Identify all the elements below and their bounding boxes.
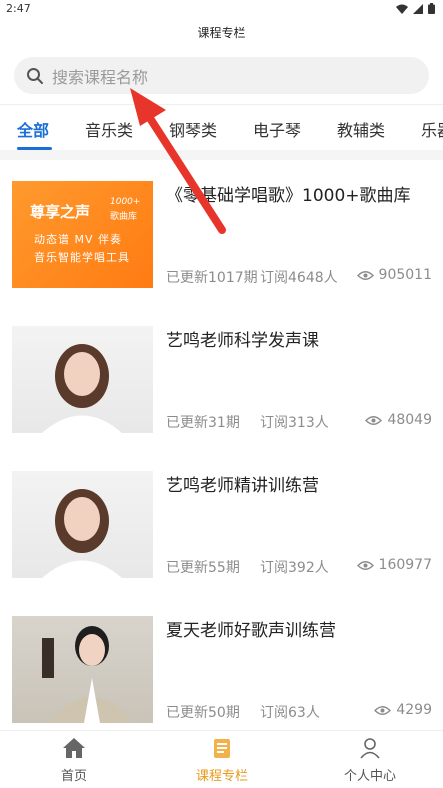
- teacher-portrait-image: [42, 489, 122, 578]
- course-title[interactable]: 夏天老师好歌声训练营: [166, 616, 436, 641]
- tab-teaching-aids[interactable]: 教辅类: [337, 117, 385, 141]
- view-count: 160977: [356, 557, 432, 573]
- subscriber-count: 订阅4648人: [260, 270, 338, 286]
- episodes-count: 已更新55期: [166, 560, 240, 576]
- tab-keyboard[interactable]: 电子琴: [253, 117, 301, 141]
- nav-course-column[interactable]: 课程专栏: [177, 737, 267, 784]
- thumbnail-line1: 动态谱 MV 伴奏: [34, 233, 123, 246]
- course-thumbnail[interactable]: 尊享之声 1000+ 歌曲库 动态谱 MV 伴奏 音乐智能学唱工具: [12, 181, 153, 288]
- eye-icon: [365, 415, 383, 425]
- course-card[interactable]: 尊享之声 1000+ 歌曲库 动态谱 MV 伴奏 音乐智能学唱工具 《零基础学唱…: [0, 181, 443, 326]
- eye-icon: [374, 705, 392, 715]
- teacher-portrait-image: [42, 344, 122, 433]
- nav-home[interactable]: 首页: [29, 737, 119, 784]
- eye-icon: [356, 270, 374, 280]
- course-title[interactable]: 艺鸣老师科学发声课: [166, 326, 436, 351]
- course-thumbnail[interactable]: [12, 616, 153, 723]
- episodes-count: 已更新1017期: [166, 270, 258, 286]
- thumbnail-brand: 尊享之声: [30, 203, 91, 221]
- tab-music[interactable]: 音乐类: [85, 117, 133, 141]
- home-icon: [63, 738, 85, 758]
- nav-profile[interactable]: 个人中心: [325, 737, 415, 784]
- course-title[interactable]: 《零基础学唱歌》1000+歌曲库: [166, 181, 436, 206]
- view-count: 905011: [356, 267, 432, 283]
- subscriber-count: 订阅313人: [260, 415, 329, 431]
- subscriber-count: 订阅63人: [260, 705, 320, 721]
- signal-icon: [413, 3, 423, 14]
- thumbnail-badge: 1000+: [110, 197, 141, 207]
- person-icon: [360, 738, 380, 759]
- view-count: 4299: [374, 702, 432, 718]
- battery-icon: [428, 3, 435, 14]
- search-bar[interactable]: 搜索课程名称: [14, 57, 429, 94]
- subscriber-count: 订阅392人: [260, 560, 329, 576]
- view-count-value: 160977: [378, 557, 432, 573]
- nav-course-column-label: 课程专栏: [195, 769, 248, 784]
- book-icon: [214, 739, 230, 758]
- course-card[interactable]: 艺鸣老师精讲训练营 已更新55期 订阅392人 160977: [0, 471, 443, 616]
- view-count-value: 48049: [387, 412, 432, 428]
- thumbnail-badge-sub: 歌曲库: [110, 212, 138, 222]
- thumbnail-line2: 音乐智能学唱工具: [34, 251, 130, 264]
- episodes-count: 已更新31期: [166, 415, 240, 431]
- tab-all[interactable]: 全部: [17, 117, 49, 141]
- course-title[interactable]: 艺鸣老师精讲训练营: [166, 471, 436, 496]
- nav-home-label: 首页: [60, 769, 87, 784]
- page-title: 课程专栏: [197, 26, 246, 40]
- status-icons: [396, 3, 435, 14]
- eye-icon: [356, 560, 374, 570]
- search-icon: [27, 67, 43, 84]
- episodes-count: 已更新50期: [166, 705, 240, 721]
- category-tabs: 全部 音乐类 钢琴类 电子琴 教辅类 乐器: [0, 104, 443, 150]
- search-input[interactable]: 搜索课程名称: [52, 64, 148, 88]
- section-divider: [0, 150, 443, 160]
- bottom-nav: 首页 课程专栏 个人中心: [0, 730, 443, 788]
- nav-profile-label: 个人中心: [343, 769, 396, 784]
- view-count-value: 905011: [378, 267, 432, 283]
- status-time: 2:47: [6, 2, 31, 15]
- status-bar: 2:47: [0, 0, 443, 18]
- tab-instruments[interactable]: 乐器: [421, 117, 443, 141]
- view-count: 48049: [365, 412, 432, 428]
- tab-piano[interactable]: 钢琴类: [169, 117, 217, 141]
- course-thumbnail[interactable]: [12, 471, 153, 578]
- wifi-icon: [396, 4, 408, 14]
- teacher-portrait-image: [42, 626, 134, 723]
- view-count-value: 4299: [396, 702, 432, 718]
- course-thumbnail[interactable]: [12, 326, 153, 433]
- course-card[interactable]: 艺鸣老师科学发声课 已更新31期 订阅313人 48049: [0, 326, 443, 471]
